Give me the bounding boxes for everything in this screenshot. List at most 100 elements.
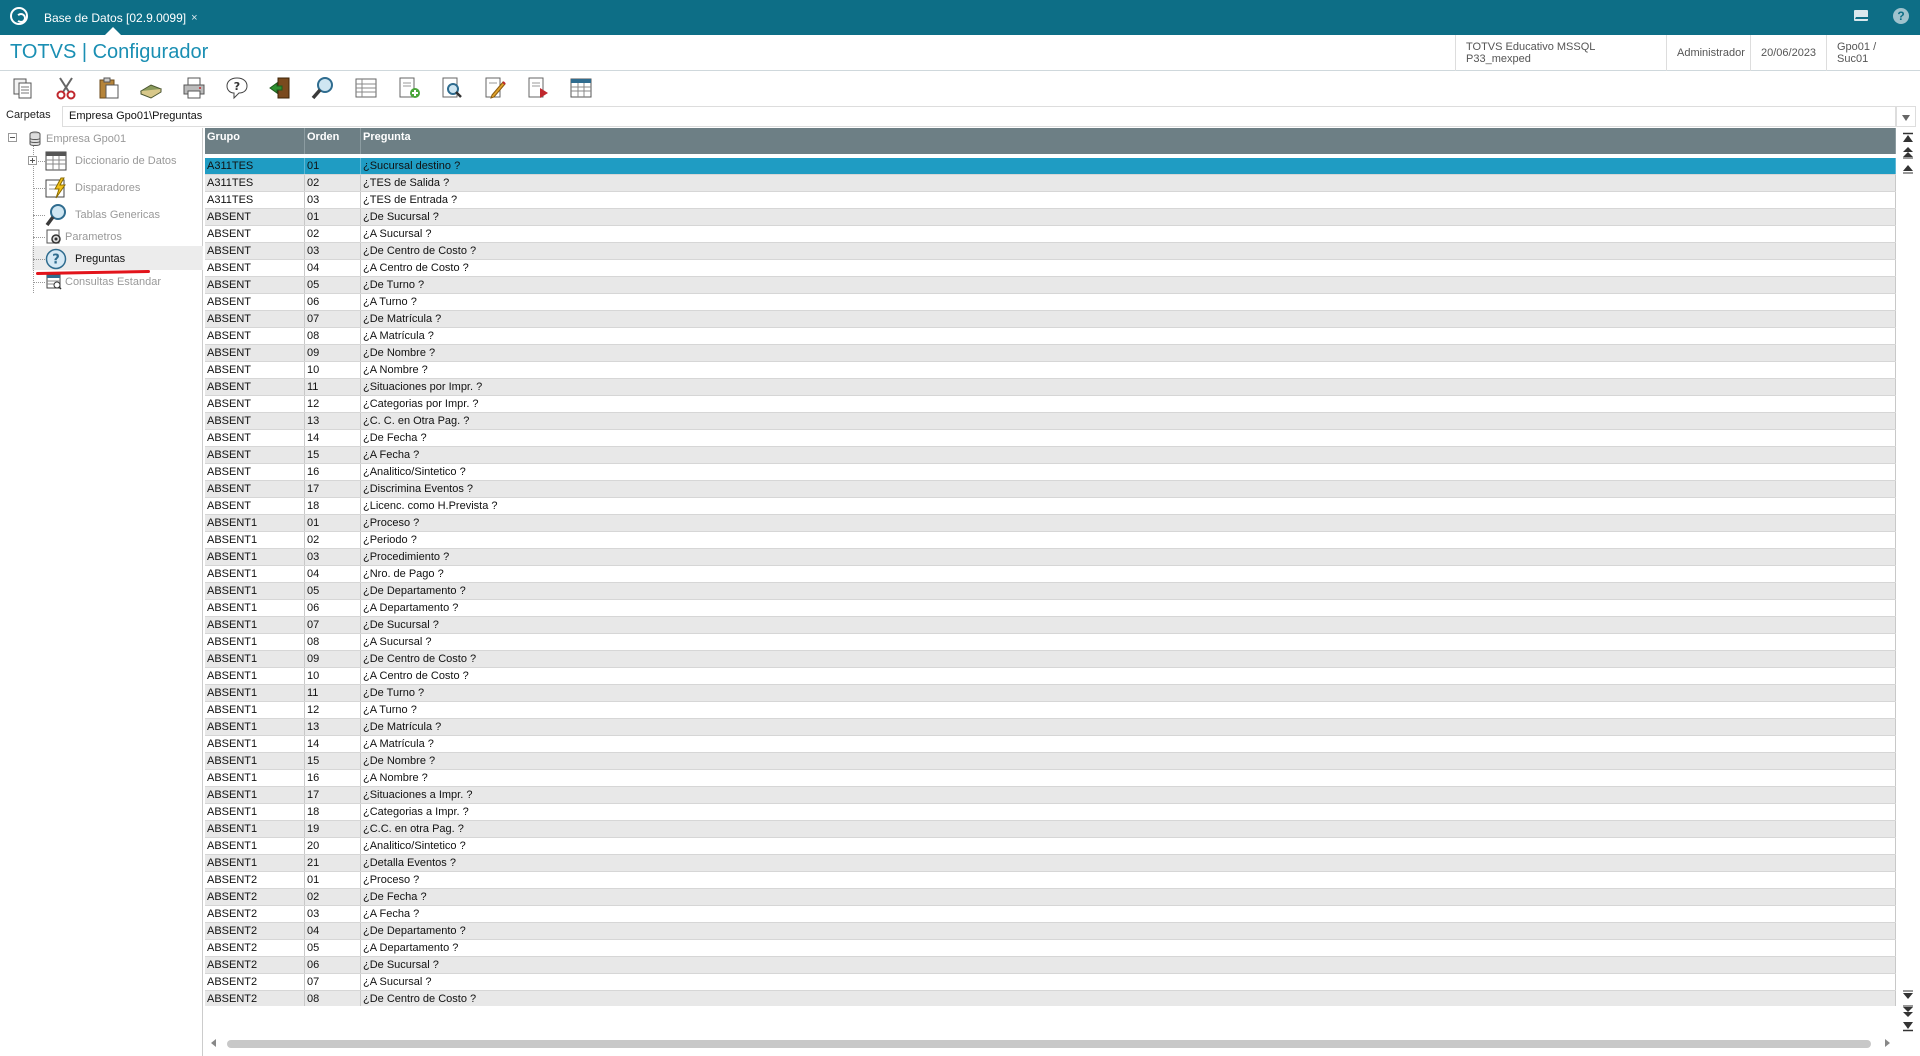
edit-document-icon[interactable]	[482, 75, 508, 101]
add-document-icon[interactable]	[396, 75, 422, 101]
table-row[interactable]: ABSENT 14 ¿De Fecha ?	[205, 430, 1896, 447]
cell-orden: 08	[305, 328, 361, 344]
table-row[interactable]: ABSENT1 04 ¿Nro. de Pago ?	[205, 566, 1896, 583]
scroll-up-icon[interactable]	[1901, 161, 1915, 174]
table-row[interactable]: ABSENT1 13 ¿De Matrícula ?	[205, 719, 1896, 736]
expand-diccionario-icon[interactable]	[28, 156, 37, 165]
cell-grupo: ABSENT1	[205, 566, 305, 582]
help-question-icon[interactable]: ?	[224, 75, 250, 101]
column-header-orden[interactable]: Orden	[305, 128, 361, 154]
table-row-selected[interactable]: A311TES 01 ¿Sucursal destino ?	[205, 158, 1896, 175]
table-row[interactable]: ABSENT2 05 ¿A Departamento ?	[205, 940, 1896, 957]
column-header-pregunta[interactable]: Pregunta	[361, 128, 1896, 154]
table-row[interactable]: ABSENT 05 ¿De Turno ?	[205, 277, 1896, 294]
find-document-icon[interactable]	[439, 75, 465, 101]
tree-item-parametros[interactable]: Parametros	[46, 229, 122, 245]
table-row[interactable]: ABSENT2 01 ¿Proceso ?	[205, 872, 1896, 889]
help-icon[interactable]: ?	[1893, 8, 1909, 24]
scroll-page-down-icon[interactable]	[1901, 1004, 1915, 1017]
table-row[interactable]: ABSENT 15 ¿A Fecha ?	[205, 447, 1896, 464]
book-icon[interactable]	[138, 75, 164, 101]
table-row[interactable]: ABSENT1 07 ¿De Sucursal ?	[205, 617, 1896, 634]
table-row[interactable]: ABSENT2 03 ¿A Fecha ?	[205, 906, 1896, 923]
table-row[interactable]: ABSENT 10 ¿A Nombre ?	[205, 362, 1896, 379]
tree-item-diccionario[interactable]: Diccionario de Datos	[45, 150, 177, 172]
table-row[interactable]: ABSENT2 06 ¿De Sucursal ?	[205, 957, 1896, 974]
cut-icon[interactable]	[53, 75, 79, 101]
table-row[interactable]: ABSENT 01 ¿De Sucursal ?	[205, 209, 1896, 226]
horizontal-scroll-thumb[interactable]	[227, 1040, 1871, 1048]
table-row[interactable]: ABSENT2 04 ¿De Departamento ?	[205, 923, 1896, 940]
table-row[interactable]: ABSENT1 05 ¿De Departamento ?	[205, 583, 1896, 600]
horizontal-scrollbar[interactable]	[205, 1036, 1896, 1052]
table-row[interactable]: ABSENT1 17 ¿Situaciones a Impr. ?	[205, 787, 1896, 804]
cell-grupo: ABSENT	[205, 413, 305, 429]
vertical-scrollbar[interactable]	[1896, 128, 1920, 1032]
folder-path-field[interactable]: Empresa Gpo01\Preguntas	[62, 106, 1896, 127]
table-row[interactable]: ABSENT1 14 ¿A Matrícula ?	[205, 736, 1896, 753]
tree-item-disparadores[interactable]: Disparadores	[45, 177, 140, 199]
table-row[interactable]: ABSENT1 02 ¿Periodo ?	[205, 532, 1896, 549]
table-row[interactable]: ABSENT 12 ¿Categorias por Impr. ?	[205, 396, 1896, 413]
search-magnifier-icon[interactable]	[310, 75, 336, 101]
table-row[interactable]: ABSENT1 20 ¿Analitico/Sintetico ?	[205, 838, 1896, 855]
table-row[interactable]: ABSENT2 02 ¿De Fecha ?	[205, 889, 1896, 906]
collapse-root-icon[interactable]	[8, 133, 17, 142]
tree-item-preguntas[interactable]: ? Preguntas	[45, 248, 125, 270]
table-row[interactable]: ABSENT 13 ¿C. C. en Otra Pag. ?	[205, 413, 1896, 430]
chevron-down-icon[interactable]	[1896, 106, 1916, 127]
table-row[interactable]: ABSENT1 18 ¿Categorias a Impr. ?	[205, 804, 1896, 821]
table-row[interactable]: ABSENT 17 ¿Discrimina Eventos ?	[205, 481, 1896, 498]
app-logo-icon[interactable]	[10, 7, 28, 25]
table-row[interactable]: ABSENT1 03 ¿Procedimiento ?	[205, 549, 1896, 566]
table-row[interactable]: ABSENT 07 ¿De Matrícula ?	[205, 311, 1896, 328]
tree-item-tablas-genericas[interactable]: Tablas Genericas	[45, 204, 160, 227]
scroll-page-up-icon[interactable]	[1901, 146, 1915, 159]
scroll-first-icon[interactable]	[1901, 131, 1915, 143]
table-row[interactable]: ABSENT 16 ¿Analitico/Sintetico ?	[205, 464, 1896, 481]
scroll-down-icon[interactable]	[1901, 989, 1915, 1001]
delete-document-icon[interactable]	[525, 75, 551, 101]
list-view-icon[interactable]	[353, 75, 379, 101]
table-row[interactable]: ABSENT 02 ¿A Sucursal ?	[205, 226, 1896, 243]
cell-pregunta: ¿Situaciones por Impr. ?	[361, 379, 1896, 395]
exit-door-icon[interactable]	[267, 75, 293, 101]
cell-pregunta: ¿A Turno ?	[361, 702, 1896, 718]
scroll-last-icon[interactable]	[1901, 1019, 1915, 1032]
table-row[interactable]: ABSENT 11 ¿Situaciones por Impr. ?	[205, 379, 1896, 396]
scroll-right-icon[interactable]	[1885, 1039, 1890, 1047]
copy-icon[interactable]	[10, 75, 36, 101]
mail-icon[interactable]	[1854, 10, 1868, 21]
table-row[interactable]: ABSENT1 21 ¿Detalla Eventos ?	[205, 855, 1896, 872]
table-row[interactable]: ABSENT1 11 ¿De Turno ?	[205, 685, 1896, 702]
table-row[interactable]: A311TES 03 ¿TES de Entrada ?	[205, 192, 1896, 209]
table-row[interactable]: ABSENT 08 ¿A Matrícula ?	[205, 328, 1896, 345]
table-row[interactable]: ABSENT1 09 ¿De Centro de Costo ?	[205, 651, 1896, 668]
table-row[interactable]: ABSENT 04 ¿A Centro de Costo ?	[205, 260, 1896, 277]
table-row[interactable]: ABSENT1 01 ¿Proceso ?	[205, 515, 1896, 532]
table-row[interactable]: ABSENT1 12 ¿A Turno ?	[205, 702, 1896, 719]
table-row[interactable]: ABSENT 09 ¿De Nombre ?	[205, 345, 1896, 362]
tree-root-empresa[interactable]: Empresa Gpo01	[27, 131, 126, 147]
table-row[interactable]: ABSENT1 10 ¿A Centro de Costo ?	[205, 668, 1896, 685]
cell-grupo: ABSENT2	[205, 872, 305, 888]
paste-icon[interactable]	[96, 75, 122, 101]
table-row[interactable]: ABSENT 18 ¿Licenc. como H.Prevista ?	[205, 498, 1896, 515]
close-tab-icon[interactable]: ×	[191, 12, 197, 24]
table-row[interactable]: ABSENT1 15 ¿De Nombre ?	[205, 753, 1896, 770]
table-row[interactable]: ABSENT1 19 ¿C.C. en otra Pag. ?	[205, 821, 1896, 838]
table-row[interactable]: ABSENT2 08 ¿De Centro de Costo ?	[205, 991, 1896, 1006]
print-icon[interactable]	[181, 75, 207, 101]
table-row[interactable]: ABSENT1 06 ¿A Departamento ?	[205, 600, 1896, 617]
table-row[interactable]: ABSENT1 16 ¿A Nombre ?	[205, 770, 1896, 787]
tree-item-consultas-estandar[interactable]: Consultas Estandar	[46, 274, 161, 290]
table-row[interactable]: ABSENT 03 ¿De Centro de Costo ?	[205, 243, 1896, 260]
table-row[interactable]: A311TES 02 ¿TES de Salida ?	[205, 175, 1896, 192]
scroll-left-icon[interactable]	[211, 1039, 216, 1047]
table-view-icon[interactable]	[568, 75, 594, 101]
column-header-grupo[interactable]: Grupo	[205, 128, 305, 154]
cell-orden: 01	[305, 158, 361, 174]
table-row[interactable]: ABSENT 06 ¿A Turno ?	[205, 294, 1896, 311]
table-row[interactable]: ABSENT2 07 ¿A Sucursal ?	[205, 974, 1896, 991]
table-row[interactable]: ABSENT1 08 ¿A Sucursal ?	[205, 634, 1896, 651]
